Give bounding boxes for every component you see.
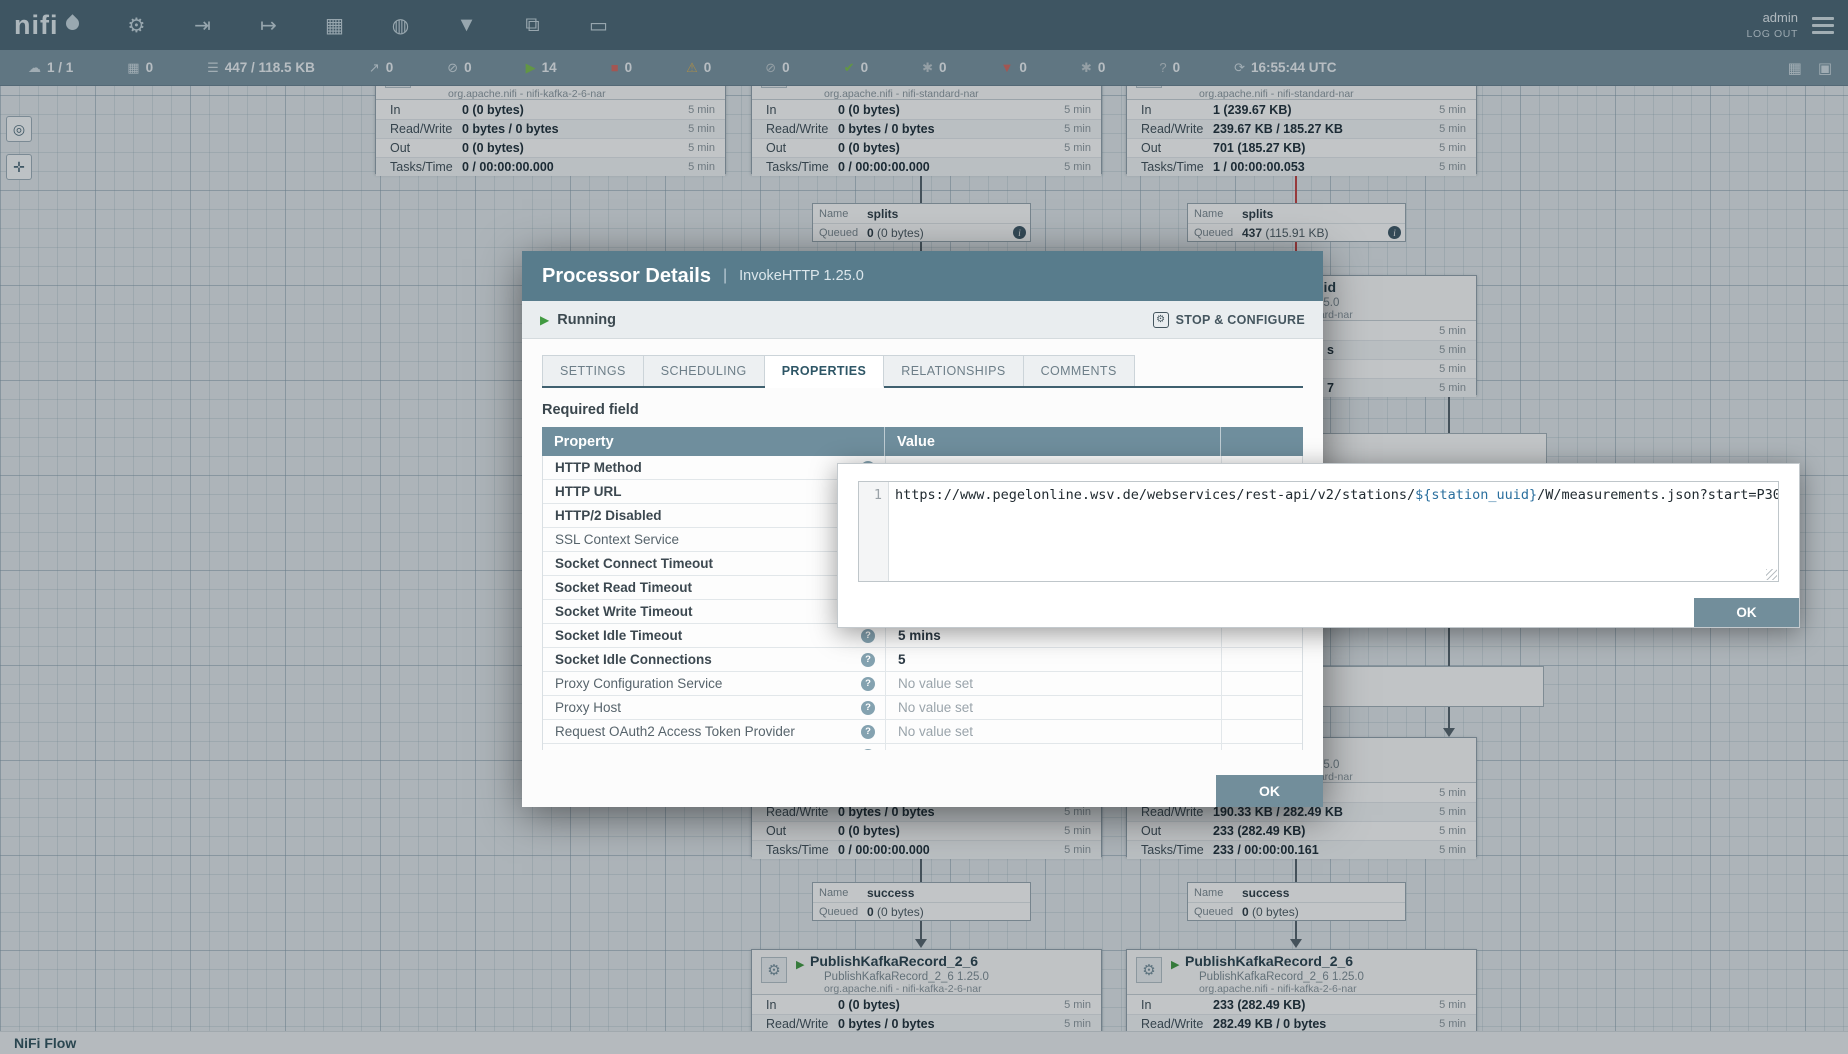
column-property: Property: [542, 427, 884, 456]
el-expression-token: ${station_uuid}: [1415, 487, 1537, 503]
property-name-cell: Socket Read Timeout?: [543, 576, 885, 599]
column-value: Value: [884, 427, 1220, 456]
nifi-app: ◎ ✛ ⚙org.apache.nifi - nifi-kafka-2-6-na…: [0, 0, 1848, 1054]
column-extra: [1220, 427, 1303, 456]
tab-settings[interactable]: SETTINGS: [542, 355, 644, 386]
property-name: HTTP URL: [555, 484, 622, 499]
help-icon[interactable]: ?: [861, 629, 875, 643]
running-status-icon: ▶: [540, 313, 549, 327]
dialog-title: Processor Details: [542, 265, 711, 288]
help-icon[interactable]: ?: [861, 653, 875, 667]
dialog-ok-button[interactable]: OK: [1216, 775, 1323, 807]
help-icon[interactable]: ?: [861, 725, 875, 739]
property-name: HTTP/2 Disabled: [555, 508, 662, 523]
tab-properties[interactable]: PROPERTIES: [765, 355, 885, 388]
property-row[interactable]: Proxy Configuration Service?No value set: [543, 672, 1302, 696]
property-row[interactable]: Proxy Host?No value set: [543, 696, 1302, 720]
dialog-status-row: ▶ Running ⚙ STOP & CONFIGURE: [522, 301, 1323, 339]
value-editor-input[interactable]: https://www.pegelonline.wsv.de/webservic…: [889, 482, 1778, 581]
property-value-cell[interactable]: No value set: [885, 744, 1221, 750]
dialog-header: Processor Details | InvokeHTTP 1.25.0: [522, 251, 1323, 301]
tab-comments[interactable]: COMMENTS: [1024, 355, 1135, 386]
property-name: Socket Read Timeout: [555, 580, 692, 595]
property-name: SSL Context Service: [555, 532, 679, 547]
property-name: Socket Idle Connections: [555, 652, 712, 667]
editor-ok-button[interactable]: OK: [1694, 598, 1799, 627]
property-name-cell: Socket Write Timeout?: [543, 600, 885, 623]
property-name: Request OAuth2 Access Token Provider: [555, 724, 795, 739]
property-extra-cell: [1221, 696, 1302, 719]
stop-configure-button[interactable]: ⚙ STOP & CONFIGURE: [1153, 312, 1305, 328]
required-field-legend: Required field: [542, 402, 1303, 418]
property-name-cell: Socket Connect Timeout?: [543, 552, 885, 575]
stop-configure-label: STOP & CONFIGURE: [1176, 313, 1305, 327]
property-name-cell: ?: [543, 744, 885, 750]
property-name-cell: HTTP Method?: [543, 456, 885, 479]
tab-scheduling[interactable]: SCHEDULING: [644, 355, 765, 386]
property-name-cell: Socket Idle Timeout?: [543, 624, 885, 647]
property-name: Socket Idle Timeout: [555, 628, 682, 643]
property-value-editor: 1 https://www.pegelonline.wsv.de/webserv…: [837, 463, 1800, 628]
property-name-cell: SSL Context Service?: [543, 528, 885, 551]
help-icon[interactable]: ?: [861, 701, 875, 715]
property-name-cell: HTTP URL?: [543, 480, 885, 503]
property-extra-cell: [1221, 744, 1302, 750]
resize-handle-icon[interactable]: [1766, 569, 1777, 580]
line-number-gutter: 1: [859, 482, 889, 581]
property-value-cell[interactable]: No value set: [885, 672, 1221, 695]
value-editor-box: 1 https://www.pegelonline.wsv.de/webserv…: [858, 481, 1779, 582]
running-status-label: Running: [557, 312, 616, 328]
property-name-cell: Request OAuth2 Access Token Provider?: [543, 720, 885, 743]
dialog-tabs: SETTINGSSCHEDULINGPROPERTIESRELATIONSHIP…: [542, 355, 1303, 388]
property-value-cell[interactable]: No value set: [885, 696, 1221, 719]
property-name: Proxy Host: [555, 700, 621, 715]
property-extra-cell: [1221, 648, 1302, 671]
help-icon[interactable]: ?: [861, 749, 875, 751]
property-row[interactable]: Request OAuth2 Access Token Provider?No …: [543, 720, 1302, 744]
property-name-cell: HTTP/2 Disabled?: [543, 504, 885, 527]
property-name: Socket Connect Timeout: [555, 556, 713, 571]
property-row[interactable]: ? No value set: [543, 744, 1302, 750]
property-row[interactable]: Socket Idle Connections?5: [543, 648, 1302, 672]
line-number: 1: [874, 487, 882, 503]
property-name: HTTP Method: [555, 460, 642, 475]
property-value-cell[interactable]: No value set: [885, 720, 1221, 743]
help-icon[interactable]: ?: [861, 677, 875, 691]
dialog-title-separator: |: [723, 267, 727, 285]
property-name-cell: Proxy Configuration Service?: [543, 672, 885, 695]
dialog-subtitle: InvokeHTTP 1.25.0: [739, 268, 864, 284]
property-name-cell: Socket Idle Connections?: [543, 648, 885, 671]
property-extra-cell: [1221, 672, 1302, 695]
url-text: https://www.pegelonline.wsv.de/webservic…: [895, 487, 1415, 503]
tab-relationships[interactable]: RELATIONSHIPS: [884, 355, 1023, 386]
property-name: Proxy Configuration Service: [555, 676, 722, 691]
property-extra-cell: [1221, 720, 1302, 743]
property-name-cell: Proxy Host?: [543, 696, 885, 719]
stop-configure-icon: ⚙: [1153, 312, 1169, 328]
url-text: /W/measurements.json?start=P30D: [1537, 487, 1778, 503]
property-value-cell[interactable]: 5: [885, 648, 1221, 671]
properties-table-header: Property Value: [542, 427, 1303, 456]
property-name: Socket Write Timeout: [555, 604, 693, 619]
